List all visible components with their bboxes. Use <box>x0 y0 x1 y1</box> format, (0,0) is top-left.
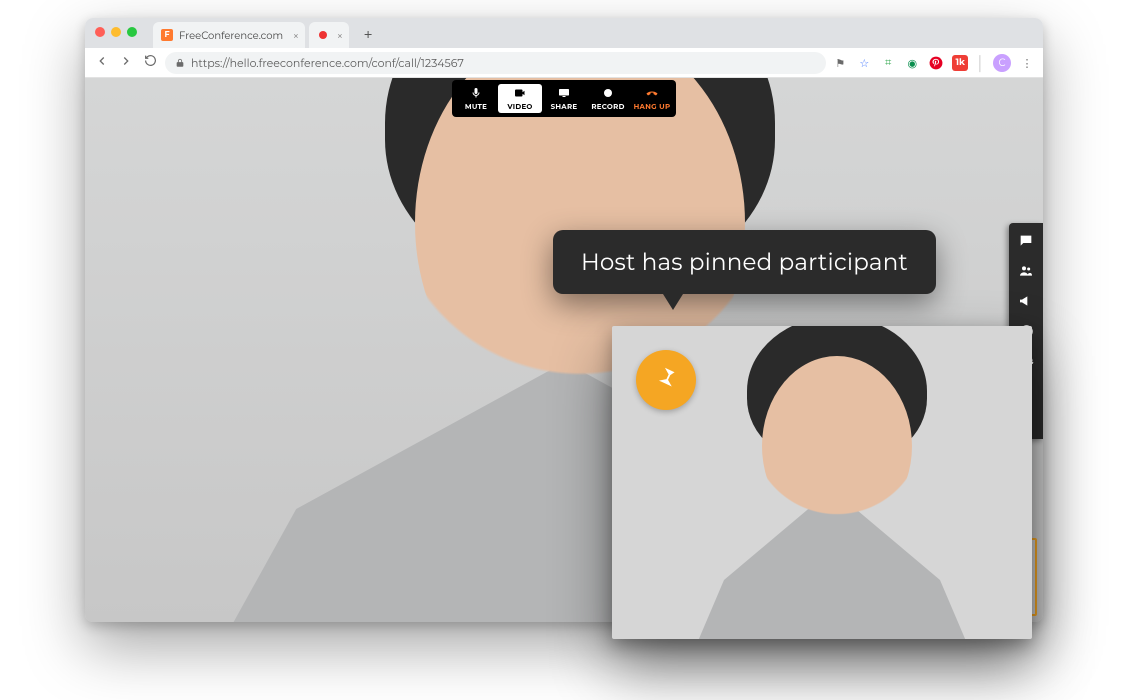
extension-divider: │ <box>976 54 985 72</box>
tab-freeconference[interactable]: F FreeConference.com × <box>153 22 305 48</box>
share-button[interactable]: SHARE <box>542 84 586 113</box>
screen-share-icon <box>556 86 572 100</box>
record-label: RECORD <box>591 102 624 111</box>
record-icon <box>600 86 616 100</box>
nav-reload-icon[interactable] <box>141 54 159 71</box>
window-maximize-dot[interactable] <box>127 27 137 37</box>
video-button[interactable]: VIDEO <box>498 84 542 113</box>
mute-label: MUTE <box>465 102 487 111</box>
lock-icon <box>175 58 185 68</box>
pinterest-icon[interactable] <box>928 55 944 71</box>
video-label: VIDEO <box>507 102 532 111</box>
window-controls[interactable] <box>95 27 137 37</box>
pinned-participant-tile[interactable] <box>612 326 1032 639</box>
phone-hangup-icon <box>644 86 660 100</box>
new-tab-button[interactable]: + <box>357 24 379 46</box>
chat-icon[interactable] <box>1017 233 1035 249</box>
extension-row: ⚑ ☆ ⌗ ◉ 1k │ C ⋮ <box>832 54 1035 72</box>
url-text: https://hello.freeconference.com/conf/ca… <box>191 56 464 70</box>
window-close-dot[interactable] <box>95 27 105 37</box>
announce-icon[interactable] <box>1017 293 1035 309</box>
tab-close-icon[interactable]: × <box>337 29 343 43</box>
tab-close-icon[interactable]: × <box>293 29 299 43</box>
hangup-button[interactable]: HANG UP <box>630 84 674 113</box>
profile-avatar[interactable]: C <box>993 54 1011 72</box>
tab-recording[interactable]: × <box>309 22 349 48</box>
flag-icon[interactable]: ⚑ <box>832 55 848 71</box>
recording-indicator-icon <box>317 29 329 41</box>
extension-icon[interactable]: ⌗ <box>880 55 896 71</box>
record-button[interactable]: RECORD <box>586 84 630 113</box>
extension-icon[interactable]: ◉ <box>904 55 920 71</box>
meeting-controls: MUTE VIDEO SHARE <box>452 80 676 117</box>
microphone-icon <box>468 86 484 100</box>
participants-icon[interactable] <box>1017 263 1035 279</box>
nav-back-icon[interactable] <box>93 54 111 72</box>
extension-badge-icon[interactable]: 1k <box>952 55 968 71</box>
mute-button[interactable]: MUTE <box>454 84 498 113</box>
hangup-label: HANG UP <box>634 102 671 111</box>
address-bar: https://hello.freeconference.com/conf/ca… <box>85 48 1043 78</box>
tab-strip: F FreeConference.com × × + <box>85 18 1043 48</box>
share-label: SHARE <box>551 102 578 111</box>
bookmark-star-icon[interactable]: ☆ <box>856 55 872 71</box>
browser-menu-icon[interactable]: ⋮ <box>1019 55 1035 71</box>
url-input[interactable]: https://hello.freeconference.com/conf/ca… <box>165 52 826 74</box>
tab-title: FreeConference.com <box>179 29 283 42</box>
pin-icon <box>651 363 681 398</box>
pin-tooltip: Host has pinned participant <box>553 230 936 294</box>
window-minimize-dot[interactable] <box>111 27 121 37</box>
nav-forward-icon[interactable] <box>117 54 135 72</box>
tab-favicon: F <box>161 29 173 41</box>
camera-icon <box>512 86 528 100</box>
pin-badge[interactable] <box>636 350 696 410</box>
tooltip-text: Host has pinned participant <box>581 248 908 276</box>
